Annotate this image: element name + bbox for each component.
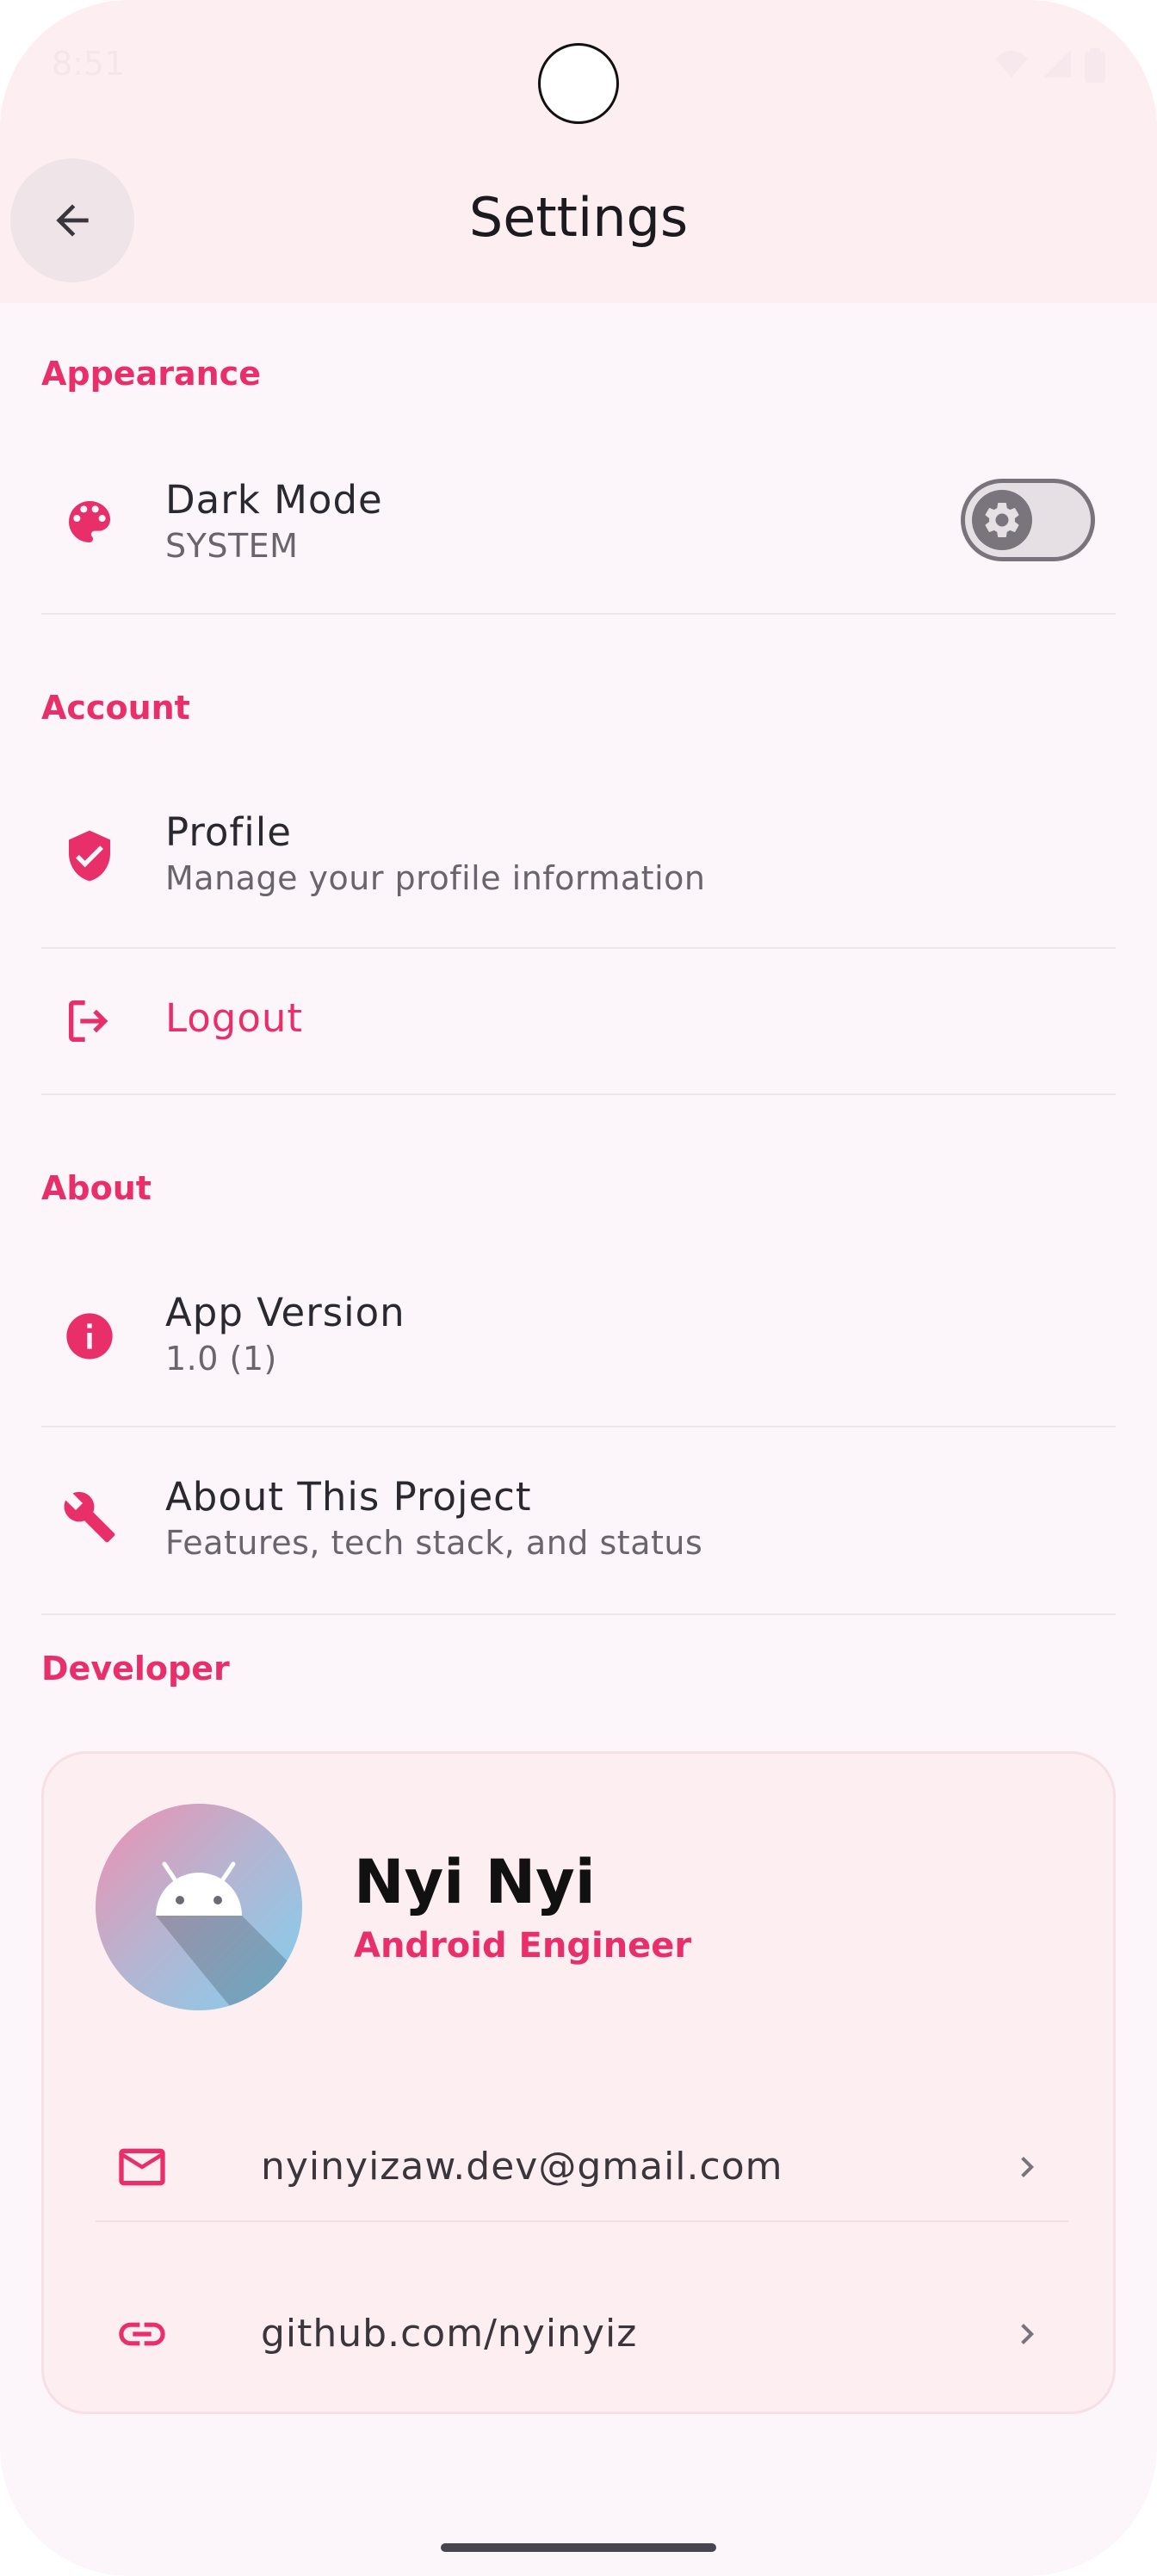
battery-icon	[1085, 48, 1105, 83]
divider	[96, 2220, 1068, 2222]
divider	[41, 1426, 1116, 1427]
signal-icon	[1043, 50, 1071, 77]
toggle-knob	[972, 490, 1032, 550]
profile-subtitle: Manage your profile information	[165, 859, 706, 897]
dark-mode-row[interactable]: Dark Mode SYSTEM	[41, 456, 1116, 611]
developer-card: Nyi Nyi Android Engineer nyinyizaw.dev@g…	[41, 1751, 1116, 2414]
dark-mode-subtitle: SYSTEM	[165, 527, 299, 565]
wifi-icon	[995, 51, 1028, 77]
about-project-title: About This Project	[165, 1474, 532, 1520]
divider	[41, 1093, 1116, 1095]
section-header-appearance: Appearance	[41, 355, 261, 393]
mail-icon	[114, 2139, 170, 2195]
brightness-auto-icon	[985, 503, 1019, 537]
developer-role: Android Engineer	[354, 1926, 692, 1966]
info-icon	[62, 1309, 117, 1364]
wrench-icon	[62, 1489, 117, 1545]
developer-name: Nyi Nyi	[354, 1847, 596, 1917]
github-contact-row[interactable]: github.com/nyinyiz	[96, 2282, 1068, 2386]
app-version-value: 1.0 (1)	[165, 1340, 277, 1378]
divider	[41, 613, 1116, 615]
status-icons	[993, 48, 1105, 83]
divider	[41, 1613, 1116, 1615]
email-contact-row[interactable]: nyinyizaw.dev@gmail.com	[96, 2115, 1068, 2219]
top-app-bar: 8:51 Settings	[0, 0, 1157, 303]
dark-mode-title: Dark Mode	[165, 477, 383, 523]
chevron-right-icon	[1006, 2145, 1048, 2189]
logout-row[interactable]: Logout	[41, 949, 1116, 1093]
page-title: Settings	[468, 186, 689, 249]
app-version-title: App Version	[165, 1290, 405, 1335]
logout-title: Logout	[165, 995, 304, 1041]
android-icon	[156, 1861, 302, 2010]
settings-screen: 8:51 Settings Appearance Dark Mode SYSTE…	[0, 0, 1157, 2576]
email-text: nyinyizaw.dev@gmail.com	[261, 2145, 783, 2189]
about-project-row[interactable]: About This Project Features, tech stack,…	[41, 1429, 1116, 1613]
palette-icon	[62, 494, 117, 549]
link-icon	[114, 2307, 170, 2362]
logout-icon	[62, 994, 117, 1049]
chevron-right-icon	[1006, 2312, 1048, 2356]
github-text: github.com/nyinyiz	[261, 2312, 638, 2356]
section-header-account: Account	[41, 689, 190, 727]
section-header-about: About	[41, 1169, 152, 1207]
section-header-developer: Developer	[41, 1650, 230, 1687]
camera-cutout	[538, 43, 619, 124]
about-project-subtitle: Features, tech stack, and status	[165, 1524, 703, 1562]
avatar	[96, 1804, 302, 2010]
dark-mode-toggle[interactable]	[961, 479, 1095, 561]
profile-title: Profile	[165, 809, 292, 855]
profile-row[interactable]: Profile Manage your profile information	[41, 790, 1116, 945]
status-time: 8:51	[52, 45, 126, 83]
shield-check-icon	[62, 828, 117, 883]
app-version-row: App Version 1.0 (1)	[41, 1271, 1116, 1426]
home-indicator[interactable]	[441, 2543, 716, 2552]
